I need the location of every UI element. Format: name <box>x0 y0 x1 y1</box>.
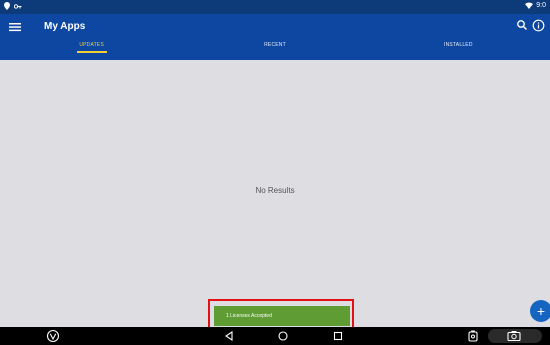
recents-icon[interactable] <box>331 329 345 343</box>
tab-recent[interactable]: RECENT <box>183 38 366 60</box>
home-icon[interactable] <box>276 329 290 343</box>
add-button[interactable]: + <box>530 300 550 322</box>
menu-icon[interactable] <box>8 20 22 34</box>
vpn-icon[interactable] <box>46 329 60 343</box>
tab-installed-label: INSTALLED <box>443 42 473 48</box>
active-tab-indicator <box>76 51 107 53</box>
info-icon[interactable] <box>532 19 545 32</box>
status-bar-right: 9:0 <box>525 2 546 9</box>
tab-updates[interactable]: UPDATES <box>0 38 183 60</box>
wifi-icon <box>525 2 534 9</box>
status-bar-left <box>4 2 22 10</box>
empty-state-text: No Results <box>255 186 295 195</box>
app-list-area: No Results <box>0 60 550 327</box>
system-nav-bar <box>0 327 550 345</box>
tab-recent-label: RECENT <box>264 42 286 48</box>
status-time: 9:0 <box>536 2 546 9</box>
camera-icon[interactable] <box>506 329 522 343</box>
search-icon[interactable] <box>516 19 528 31</box>
tab-updates-label: UPDATES <box>79 42 104 48</box>
tab-bar: UPDATES RECENT INSTALLED <box>0 38 550 60</box>
screenshot-icon[interactable] <box>466 329 480 343</box>
back-icon[interactable] <box>222 329 236 343</box>
page-title: My Apps <box>44 21 86 32</box>
key-icon <box>14 3 22 9</box>
tab-installed[interactable]: INSTALLED <box>367 38 550 60</box>
status-bar: 9:0 <box>0 0 550 14</box>
location-icon <box>4 2 10 10</box>
app-bar: My Apps UPDATES RECENT INSTALLED <box>0 14 550 60</box>
